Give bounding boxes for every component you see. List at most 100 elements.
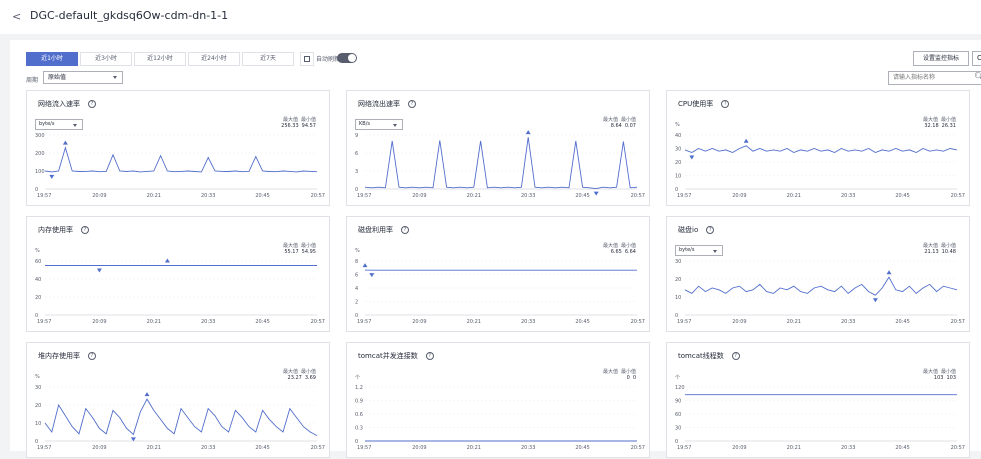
y-tick-label: 10 [35,421,41,427]
metric-search-input[interactable] [888,71,981,85]
y-tick-label: 30 [675,425,681,431]
x-tick-label: 19:57 [677,319,691,325]
x-tick-label: 20:57 [631,193,645,199]
x-tick-label: 20:45 [575,193,589,199]
min-marker [369,273,374,277]
y-tick-label: 20 [675,160,681,166]
x-tick-label: 20:57 [951,319,965,325]
y-tick-label: 20 [35,295,41,301]
line-chart: 030609012019:5720:0920:2120:3320:4520:57 [667,343,971,459]
y-tick-label: 2 [355,299,358,305]
metric-card-net-out: 网络流出速率?KB/s最大值最小值8.640.07036919:5720:092… [346,90,650,206]
x-tick-label: 20:21 [147,445,161,451]
y-tick-label: 9 [355,133,358,139]
x-tick-label: 20:33 [521,445,535,451]
x-tick-label: 20:57 [311,319,325,325]
metric-card-memory: 内存使用率?%最大值最小值55.1754.95020406019:5720:09… [26,216,330,332]
y-tick-label: 0 [35,439,38,445]
y-tick-label: 90 [675,398,681,404]
calendar-icon[interactable] [300,52,314,66]
min-marker [689,156,694,160]
x-tick-label: 20:09 [92,445,106,451]
refresh-button[interactable]: C [972,51,981,66]
y-tick-label: 0.3 [355,425,363,431]
metric-card-net-in: 网络流入速率?byte/s最大值最小值256.3394.570100200300… [26,90,330,206]
y-tick-label: 10 [675,295,681,301]
y-tick-label: 6 [355,272,358,278]
y-tick-label: 0 [35,313,38,319]
y-tick-label: 4 [355,286,358,292]
metric-card-disk-io: 磁盘io?byte/s最大值最小值21.1310.48010203019:572… [666,216,970,332]
x-tick-label: 19:57 [37,319,51,325]
x-tick-label: 20:09 [732,319,746,325]
x-tick-label: 20:57 [311,193,325,199]
y-tick-label: 8 [355,259,358,265]
tab-7d[interactable]: 近7天 [242,52,294,66]
max-marker [363,263,368,267]
x-tick-label: 20:45 [895,193,909,199]
line-chart: 010020030019:5720:0920:2120:3320:4520:57 [27,91,331,207]
max-marker [63,141,68,145]
y-tick-label: 30 [675,146,681,152]
line-chart: 010203019:5720:0920:2120:3320:4520:57 [667,217,971,333]
metric-card-disk-usage: 磁盘利用率?%最大值最小值6.656.640246819:5720:0920:2… [346,216,650,332]
chevron-down-icon [113,76,117,79]
x-tick-label: 20:09 [732,193,746,199]
y-tick-label: 6 [355,151,358,157]
x-tick-label: 20:57 [951,445,965,451]
x-tick-label: 20:21 [787,193,801,199]
series-line [45,148,317,172]
max-marker [145,392,150,396]
x-tick-label: 20:09 [412,319,426,325]
x-tick-label: 19:57 [677,445,691,451]
x-tick-label: 20:45 [895,445,909,451]
back-icon[interactable]: < [12,10,21,23]
x-tick-label: 20:21 [467,445,481,451]
search-icon[interactable]: 🔍︎ [974,72,981,81]
x-tick-label: 20:57 [311,445,325,451]
metric-card-tomcat-conn: tomcat并发连接数?个最大值最小值0000.30.60.91.219:572… [346,342,650,458]
x-tick-label: 20:21 [147,319,161,325]
metric-card-heap: 堆内存使用率?%最大值最小值23.273.69010203019:5720:09… [26,342,330,458]
y-tick-label: 0 [675,187,678,193]
y-tick-label: 100 [35,169,45,175]
x-tick-label: 20:21 [787,445,801,451]
x-tick-label: 20:45 [255,445,269,451]
period-select[interactable]: 原始值 [43,71,123,84]
line-chart: 036919:5720:0920:2120:3320:4520:57 [347,91,651,207]
line-chart: 020406019:5720:0920:2120:3320:4520:57 [27,217,331,333]
x-tick-label: 20:09 [732,445,746,451]
x-tick-label: 20:09 [92,193,106,199]
tab-24h[interactable]: 近24小时 [188,52,240,66]
period-select-value: 原始值 [48,74,66,81]
period-label: 周期 [26,75,38,84]
tab-12h[interactable]: 近12小时 [134,52,186,66]
y-tick-label: 20 [35,403,41,409]
x-tick-label: 20:09 [412,445,426,451]
x-tick-label: 20:45 [575,445,589,451]
set-metrics-button[interactable]: 设置监控指标 [913,51,969,66]
x-tick-label: 20:57 [951,193,965,199]
y-tick-label: 0.9 [355,398,363,404]
x-tick-label: 20:45 [255,193,269,199]
y-tick-label: 60 [675,412,681,418]
metric-card-tomcat-threads: tomcat线程数?个最大值最小值103103030609012019:5720… [666,342,970,458]
x-tick-label: 20:45 [895,319,909,325]
tab-1h[interactable]: 近1小时 [26,52,78,66]
y-tick-label: 0 [355,187,358,193]
y-tick-label: 30 [35,385,41,391]
page-title: DGC-default_gkdsq6Ow-cdm-dn-1-1 [30,9,228,22]
series-line [45,399,317,436]
x-tick-label: 20:57 [631,319,645,325]
x-tick-label: 19:57 [37,445,51,451]
x-tick-label: 19:57 [357,193,371,199]
x-tick-label: 20:33 [841,193,855,199]
x-tick-label: 20:33 [201,319,215,325]
y-tick-label: 10 [675,173,681,179]
min-marker [594,192,599,196]
tab-3h[interactable]: 近3小时 [80,52,132,66]
x-tick-label: 19:57 [357,445,371,451]
x-tick-label: 20:21 [467,193,481,199]
auto-refresh-toggle[interactable] [337,53,357,63]
y-tick-label: 300 [35,133,45,139]
